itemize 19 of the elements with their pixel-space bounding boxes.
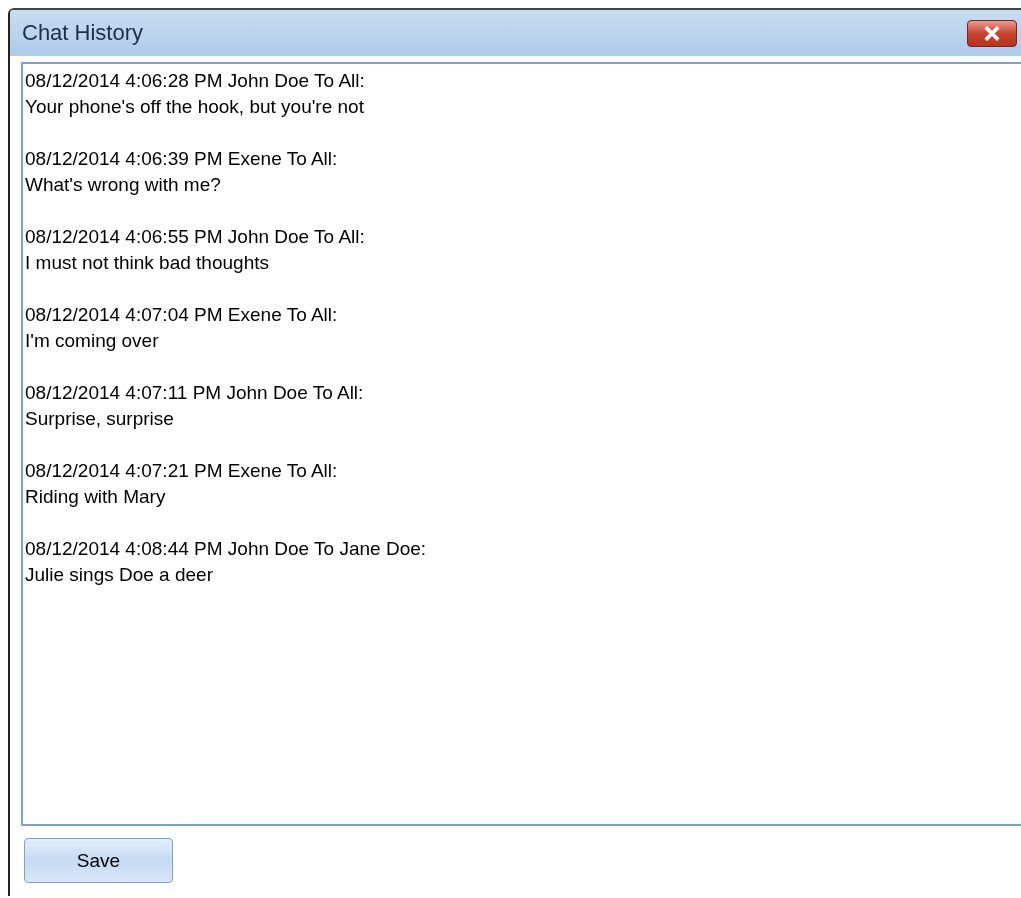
close-button[interactable] [967, 19, 1017, 47]
message-header: 08/12/2014 4:06:39 PM Exene To All: [25, 147, 338, 171]
message-text: Surprise, surprise [25, 407, 174, 431]
message-text: Julie sings Doe a deer [25, 563, 213, 587]
close-icon [983, 25, 1001, 41]
message-text: Riding with Mary [25, 485, 166, 509]
message-header: 08/12/2014 4:07:21 PM Exene To All: [25, 459, 338, 483]
message-header: 08/12/2014 4:06:28 PM John Doe To All: [25, 69, 365, 93]
chat-log[interactable] [21, 62, 1021, 826]
message-text: Your phone's off the hook, but you're not [25, 95, 364, 119]
message-header: 08/12/2014 4:07:04 PM Exene To All: [25, 303, 338, 327]
message-text: I must not think bad thoughts [25, 251, 269, 275]
window-title: Chat History [22, 20, 144, 46]
message-header: 08/12/2014 4:06:55 PM John Doe To All: [25, 225, 365, 249]
save-button[interactable]: Save [24, 838, 173, 883]
message-text: What's wrong with me? [25, 173, 221, 197]
message-text: I'm coming over [25, 329, 159, 353]
message-header: 08/12/2014 4:07:11 PM John Doe To All: [25, 381, 364, 405]
message-header: 08/12/2014 4:08:44 PM John Doe To Jane Doe: [25, 537, 427, 561]
